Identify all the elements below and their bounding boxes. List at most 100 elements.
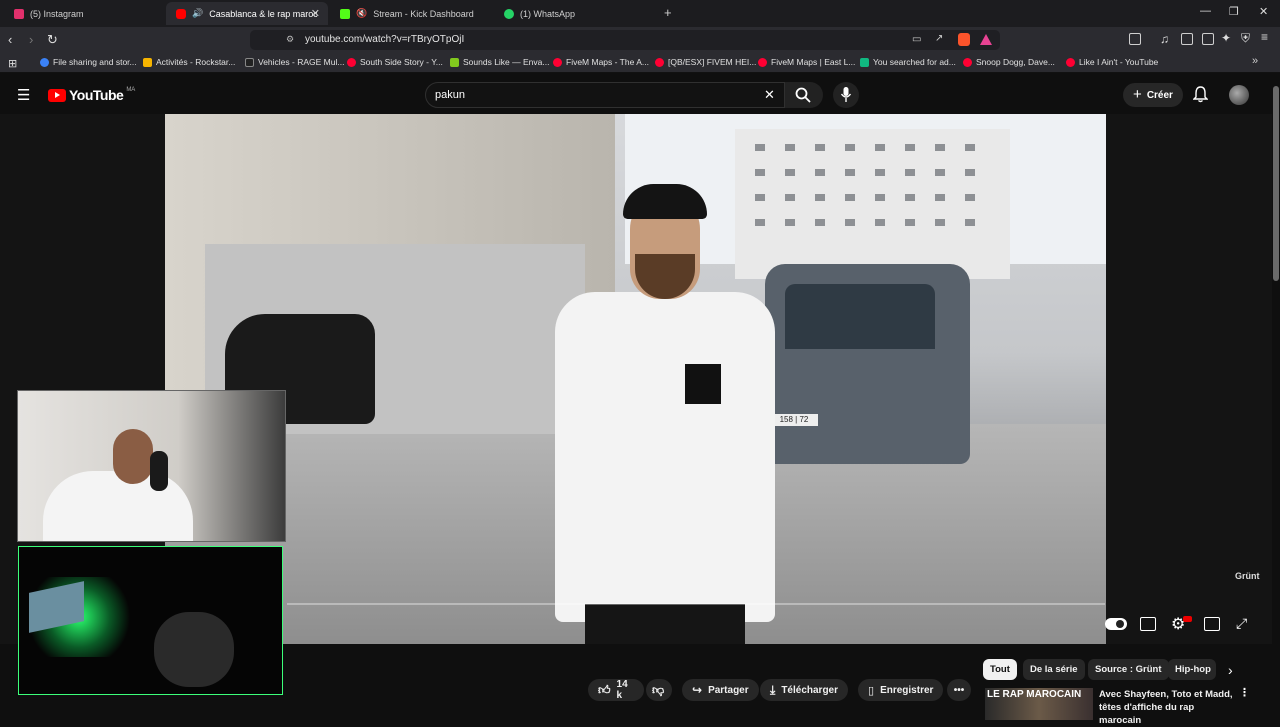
chip-all[interactable]: Tout	[983, 659, 1017, 680]
minimize-icon[interactable]: —	[1200, 5, 1211, 17]
more-actions-button[interactable]: •••	[947, 679, 971, 701]
bookmark-favicon-icon	[450, 57, 459, 67]
thumbs-up-icon: 👍︎	[598, 682, 611, 697]
reload-icon[interactable]: ↻	[47, 33, 58, 46]
bookmark-item[interactable]: Like I Ain't - YouTube	[1066, 57, 1158, 67]
youtube-icon	[176, 8, 186, 19]
dislike-button[interactable]: 👎︎	[646, 679, 672, 701]
download-icon: ⤓	[770, 682, 776, 697]
search-input[interactable]: pakun ✕	[425, 82, 785, 108]
save-label: Enregistrer	[880, 684, 934, 696]
ai-assistant-icon[interactable]: ✦	[1221, 31, 1231, 45]
theater-mode-icon[interactable]	[1204, 617, 1220, 631]
bookmark-item[interactable]: Sounds Like — Enva...	[450, 57, 549, 67]
bookmark-label: South Side Story - Y...	[360, 57, 443, 67]
country-code: MA	[126, 87, 136, 93]
bookmark-favicon-icon	[40, 57, 49, 67]
instagram-icon	[14, 8, 24, 19]
site-info-icon[interactable]: ⚙	[286, 34, 294, 45]
search-icon	[795, 87, 811, 103]
brave-shield-icon[interactable]	[958, 33, 970, 46]
new-tab-button[interactable]: +	[664, 5, 672, 20]
chip-hiphop[interactable]: Hip-hop	[1168, 659, 1216, 680]
bookmark-item[interactable]: South Side Story - Y...	[347, 57, 443, 67]
create-button[interactable]: + Créer	[1123, 83, 1183, 107]
tab-label: Stream - Kick Dashboard	[373, 8, 474, 19]
bookmark-item[interactable]: File sharing and stor...	[40, 57, 137, 67]
clear-search-icon[interactable]: ✕	[764, 87, 775, 103]
brave-rewards-icon[interactable]	[980, 34, 992, 45]
chevron-right-icon[interactable]: ›	[1228, 662, 1233, 678]
chip-series[interactable]: De la série	[1023, 659, 1085, 680]
voice-search-button[interactable]	[833, 82, 859, 108]
bookmark-label: Activités - Rockstar...	[156, 57, 236, 67]
recommended-video-thumbnail[interactable]: LE RAP MAROCAIN	[985, 688, 1093, 720]
progress-bar[interactable]	[287, 603, 1105, 605]
tab-whatsapp[interactable]: (1) WhatsApp	[494, 2, 658, 25]
bookmark-label: Like I Ain't - YouTube	[1079, 57, 1159, 67]
bookmark-favicon-icon	[758, 57, 767, 67]
bookmark-label: Vehicles - RAGE Mul...	[258, 57, 345, 67]
avatar[interactable]	[1229, 85, 1249, 105]
window-close-icon[interactable]: ✕	[1259, 5, 1268, 18]
cast-icon[interactable]: ▭	[912, 34, 921, 45]
bookmark-item[interactable]: FiveM Maps - The A...	[553, 57, 649, 67]
bookmark-item[interactable]: [QB/ESX] FIVEM HEI...	[655, 57, 756, 67]
tab-instagram[interactable]: (5) Instagram	[4, 2, 164, 25]
guide-menu-icon[interactable]: ☰	[17, 86, 30, 104]
youtube-play-icon	[48, 88, 66, 102]
scrollbar-thumb[interactable]	[1273, 86, 1279, 281]
youtube-logo[interactable]: YouTube MA	[48, 87, 135, 103]
subtitles-icon[interactable]	[1140, 617, 1156, 631]
autoplay-toggle[interactable]	[1105, 618, 1127, 630]
muted-speaker-icon: 🔇	[356, 8, 368, 18]
close-icon[interactable]: ✕	[311, 7, 320, 20]
bookmark-item[interactable]: Vehicles - RAGE Mul...	[245, 57, 344, 67]
menu-icon[interactable]: ≡	[1261, 30, 1268, 44]
save-button[interactable]: ▯ Enregistrer	[858, 679, 944, 701]
microphone	[150, 451, 168, 491]
speaker-icon: 🔊	[192, 8, 204, 18]
url-text: youtube.com/watch?v=rTBryOTpOjI	[305, 34, 465, 45]
share-page-icon[interactable]: ↗	[935, 33, 943, 44]
more-bookmarks-icon[interactable]: »	[1252, 55, 1258, 67]
forward-icon[interactable]: ›	[29, 33, 33, 46]
vpn-icon[interactable]: ⛨	[1241, 31, 1250, 46]
shirt-logo	[685, 364, 721, 404]
bookmark-item[interactable]: FiveM Maps | East L...	[758, 57, 855, 67]
wallet-icon[interactable]	[1202, 33, 1214, 45]
url-field[interactable]: ⚙ youtube.com/watch?v=rTBryOTpOjI ▭ ↗	[250, 30, 1000, 50]
sidebar-panel-icon[interactable]	[1129, 33, 1141, 45]
apps-grid-icon[interactable]: ⊞	[8, 57, 17, 70]
tab-label: (5) Instagram	[30, 8, 84, 19]
chip-source[interactable]: Source : Grünt	[1088, 659, 1169, 680]
music-icon[interactable]: ♫	[1160, 32, 1169, 46]
recommended-video-title[interactable]: Avec Shayfeen, Toto et Madd, têtes d'aff…	[1099, 688, 1239, 727]
restore-icon[interactable]: ❐	[1229, 5, 1239, 18]
whatsapp-icon	[504, 8, 514, 19]
download-label: Télécharger	[781, 684, 839, 696]
back-icon[interactable]: ‹	[8, 33, 12, 46]
share-button[interactable]: ↪ Partager	[682, 679, 759, 701]
bookmark-item[interactable]: Snoop Dogg, Dave...	[963, 57, 1055, 67]
thumbnail-text: LE RAP MAROCAIN	[987, 689, 1082, 700]
fullscreen-icon[interactable]: ⤢	[1236, 615, 1247, 632]
channel-watermark[interactable]: Grünt	[1235, 571, 1260, 581]
video-menu-icon[interactable]: ⋮	[1239, 686, 1250, 699]
like-button[interactable]: 👍︎ 14 k	[588, 679, 644, 701]
reading-view-icon[interactable]	[1181, 33, 1193, 45]
bookmark-label: FiveM Maps | East L...	[771, 57, 856, 67]
video-frame[interactable]: 158 | 72	[165, 114, 1106, 644]
bookmark-favicon-icon	[553, 57, 562, 67]
bookmark-item[interactable]: Activités - Rockstar...	[143, 57, 235, 67]
tab-youtube-video[interactable]: 🔊 Casablanca & le rap marocain ✕	[166, 2, 328, 25]
tab-kick-dashboard[interactable]: 🔇 Stream - Kick Dashboard	[330, 2, 492, 25]
plus-icon: +	[1133, 86, 1142, 103]
search-button[interactable]	[785, 82, 823, 108]
create-label: Créer	[1146, 89, 1173, 101]
bookmark-item[interactable]: You searched for ad...	[860, 57, 956, 67]
search-query: pakun	[435, 89, 465, 101]
notifications-bell-icon[interactable]	[1193, 86, 1208, 103]
download-button[interactable]: ⤓ Télécharger	[760, 679, 849, 701]
bookmark-label: File sharing and stor...	[53, 57, 137, 67]
